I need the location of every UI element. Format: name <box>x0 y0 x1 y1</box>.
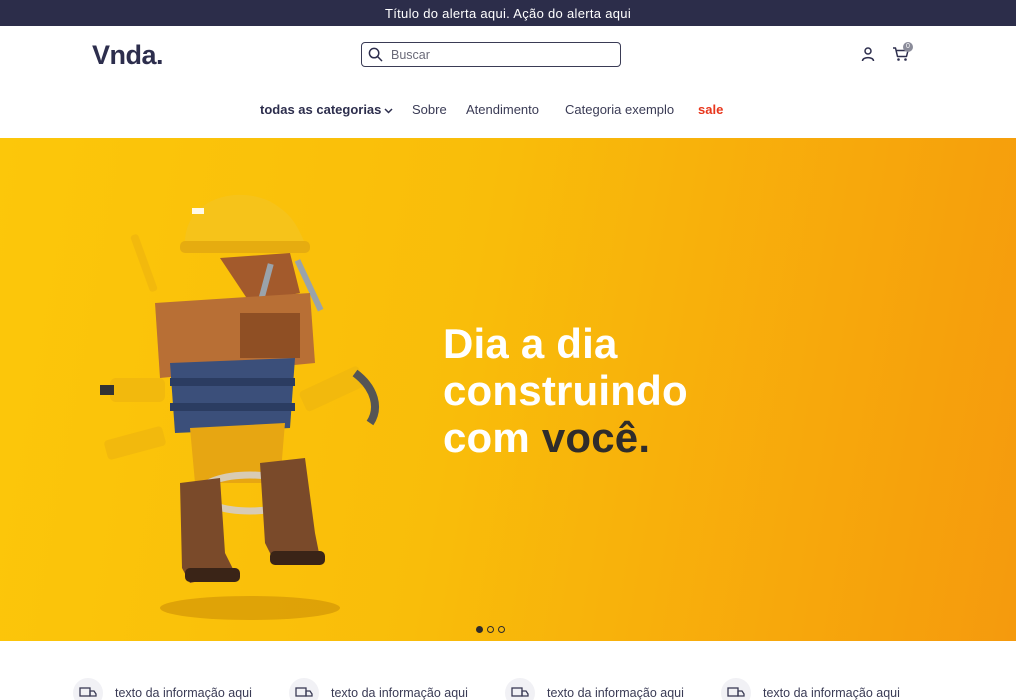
nav-item-label: todas as categorias <box>260 102 382 117</box>
headline-line-3-start: com <box>443 414 542 461</box>
search-input[interactable] <box>391 47 601 62</box>
info-text: texto da informação aqui <box>763 686 900 700</box>
nav-item-sobre[interactable]: Sobre <box>412 102 447 117</box>
nav-item-all-categories[interactable]: todas as categorias <box>260 102 393 117</box>
cart-count-badge: 0 <box>903 42 913 52</box>
hero-headline: Dia a dia construindo com você. <box>443 320 688 461</box>
info-item: texto da informação aqui <box>73 678 252 700</box>
search-bar[interactable] <box>361 42 621 67</box>
alert-bar[interactable]: Título do alerta aqui. Ação do alerta aq… <box>0 0 1016 26</box>
truck-icon <box>73 678 103 700</box>
carousel-dot-3[interactable] <box>498 626 505 633</box>
search-icon[interactable] <box>368 47 383 62</box>
carousel-dot-1[interactable] <box>476 626 483 633</box>
info-text: texto da informação aqui <box>115 686 252 700</box>
carousel-dot-2[interactable] <box>487 626 494 633</box>
user-icon[interactable] <box>860 46 876 62</box>
truck-icon <box>289 678 319 700</box>
info-item: texto da informação aqui <box>721 678 900 700</box>
chevron-down-icon <box>384 108 393 114</box>
headline-line-1: Dia a dia <box>443 320 618 367</box>
nav-item-categoria-exemplo[interactable]: Categoria exemplo <box>565 102 674 117</box>
truck-icon <box>505 678 535 700</box>
nav-item-sale[interactable]: sale <box>698 102 723 117</box>
info-text: texto da informação aqui <box>331 686 468 700</box>
info-strip: texto da informação aqui texto da inform… <box>0 641 1016 700</box>
main-nav: todas as categorias Sobre Atendimento Ca… <box>0 102 1016 122</box>
carousel-dots <box>476 626 505 634</box>
headline-line-3: com você. <box>443 414 688 461</box>
info-item: texto da informação aqui <box>505 678 684 700</box>
headline-highlight: você. <box>541 414 651 461</box>
alert-text[interactable]: Título do alerta aqui. Ação do alerta aq… <box>385 6 631 21</box>
truck-icon <box>721 678 751 700</box>
info-text: texto da informação aqui <box>547 686 684 700</box>
hero-banner[interactable]: Dia a dia construindo com você. <box>0 138 1016 641</box>
info-item: texto da informação aqui <box>289 678 468 700</box>
construction-worker-image <box>100 194 379 620</box>
nav-item-atendimento[interactable]: Atendimento <box>466 102 539 117</box>
headline-line-2: construindo <box>443 367 688 414</box>
store-logo[interactable]: Vnda. <box>92 40 164 71</box>
site-header: Vnda. 0 todas as categorias Sobre Atendi… <box>0 26 1016 138</box>
